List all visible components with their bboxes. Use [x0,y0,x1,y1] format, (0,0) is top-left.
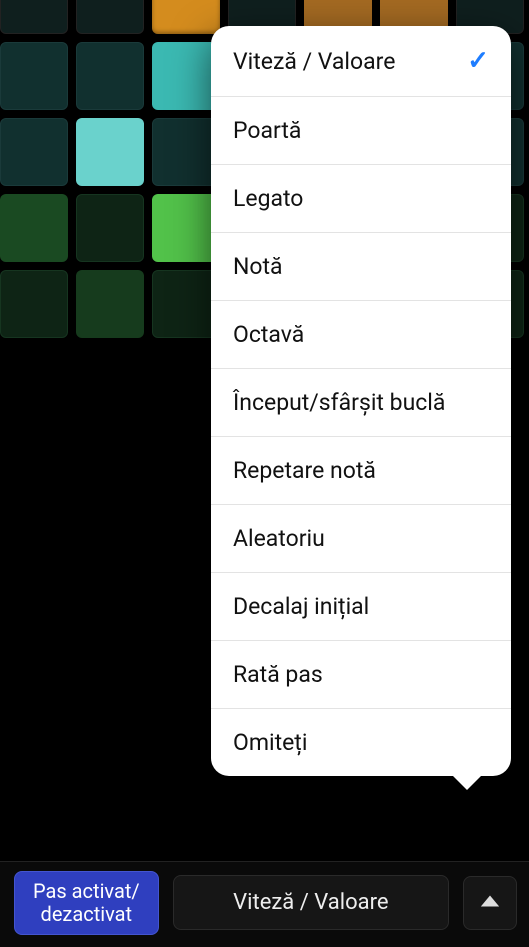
mode-menu-item-label: Început/sfârșit buclă [233,389,445,416]
mode-menu-item-label: Notă [233,253,283,280]
mode-menu-item[interactable]: Rată pas [211,641,511,709]
mode-menu-item-label: Octavă [233,321,304,348]
mode-menu-item-label: Omiteți [233,729,307,756]
mode-menu-item[interactable]: Repetare notă [211,437,511,505]
mode-menu-item[interactable]: Viteză / Valoare ✓ [211,26,511,97]
grid-cell[interactable] [152,118,220,186]
check-icon: ✓ [467,46,489,76]
mode-menu-item[interactable]: Octavă [211,301,511,369]
mode-menu-item[interactable]: Poartă [211,97,511,165]
grid-cell[interactable] [76,118,144,186]
grid-cell[interactable] [76,0,144,34]
grid-cell[interactable] [0,270,68,338]
grid-cell[interactable] [152,270,220,338]
edit-mode-menu-trigger[interactable] [463,876,517,930]
mode-menu-item-label: Aleatoriu [233,525,325,552]
sequencer-toolbar: Pas activat/ dezactivat Viteză / Valoare [0,861,529,947]
grid-cell[interactable] [76,194,144,262]
grid-cell[interactable] [0,0,68,34]
mode-menu-item[interactable]: Notă [211,233,511,301]
mode-menu-item-label: Viteză / Valoare [233,48,395,75]
mode-menu-item-label: Repetare notă [233,457,376,484]
step-toggle-button[interactable]: Pas activat/ dezactivat [14,871,159,935]
grid-cell[interactable] [152,0,220,34]
mode-menu-item[interactable]: Aleatoriu [211,505,511,573]
grid-cell[interactable] [76,42,144,110]
mode-menu-item[interactable]: Legato [211,165,511,233]
edit-mode-popover: Viteză / Valoare ✓ Poartă Legato Notă Oc… [211,26,511,776]
mode-menu-item-label: Poartă [233,117,301,144]
grid-cell[interactable] [76,270,144,338]
grid-cell[interactable] [0,194,68,262]
grid-cell[interactable] [152,42,220,110]
mode-menu-item-label: Rată pas [233,661,323,688]
mode-menu-item-label: Legato [233,185,303,212]
mode-menu-item[interactable]: Decalaj inițial [211,573,511,641]
mode-menu-item[interactable]: Început/sfârșit buclă [211,369,511,437]
mode-menu-item-label: Decalaj inițial [233,593,369,620]
grid-cell[interactable] [0,42,68,110]
mode-menu-item[interactable]: Omiteți [211,709,511,776]
grid-cell[interactable] [152,194,220,262]
grid-cell[interactable] [0,118,68,186]
caret-up-icon [479,890,501,916]
edit-mode-button[interactable]: Viteză / Valoare [173,875,449,930]
